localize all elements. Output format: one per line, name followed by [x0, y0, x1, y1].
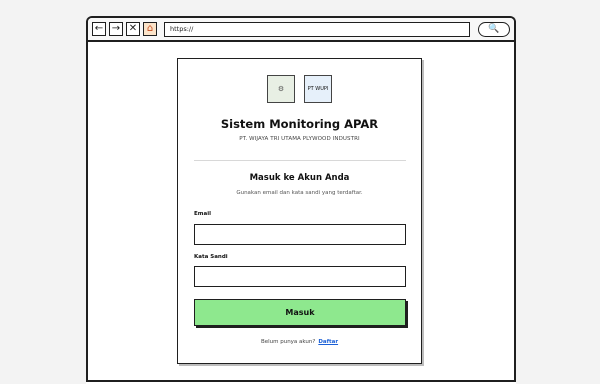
page-title: Sistem Monitoring APAR	[220, 117, 379, 131]
browser-toolbar: ← → ✕ ⌂ https:// 🔍	[88, 18, 514, 42]
forward-arrow-icon[interactable]: →	[109, 22, 123, 36]
company-name: PT. WIJAYA TRI UTAMA PLYWOOD INDUSTRI	[239, 136, 360, 142]
form-title: Masuk ke Akun Anda	[249, 173, 350, 183]
register-link[interactable]: Daftar	[318, 339, 338, 345]
url-bar[interactable]: https://	[164, 21, 470, 37]
form-subtitle: Gunakan email dan kata sandi yang terdaf…	[236, 190, 363, 196]
logo-row: ⚙ PT WUPI	[178, 75, 421, 103]
company-logo: PT WUPI	[304, 75, 332, 103]
login-button[interactable]: Masuk	[194, 299, 406, 326]
close-icon[interactable]: ✕	[126, 22, 140, 36]
back-arrow-icon[interactable]: ←	[92, 22, 106, 36]
home-icon[interactable]: ⌂	[143, 22, 157, 36]
password-label: Kata Sandi	[194, 254, 228, 260]
bottom-frame	[86, 380, 516, 384]
email-label: Email	[194, 211, 211, 217]
password-field[interactable]	[194, 266, 406, 287]
register-prompt-text: Belum punya akun?	[260, 339, 316, 345]
search-icon[interactable]: 🔍	[478, 21, 510, 37]
login-card: ⚙ PT WUPI Sistem Monitoring APAR PT. WIJ…	[177, 58, 422, 364]
divider	[194, 160, 406, 161]
register-prompt: Belum punya akun? Daftar	[178, 339, 421, 345]
gear-logo-icon: ⚙	[267, 75, 295, 103]
email-field[interactable]	[194, 224, 406, 245]
